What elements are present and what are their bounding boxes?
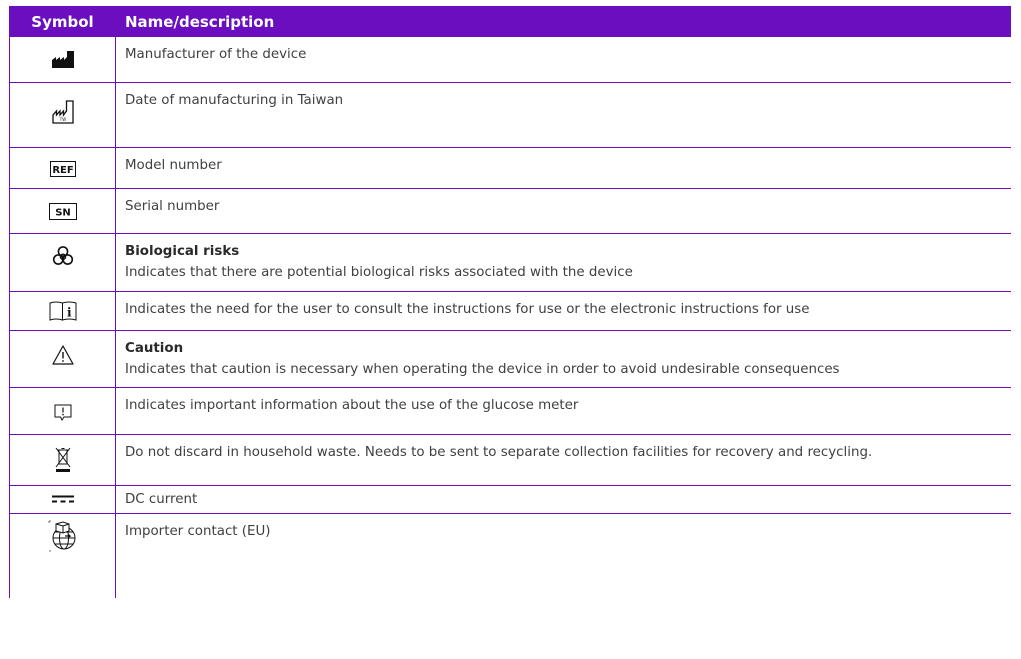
icon-label: SN <box>55 208 71 219</box>
table-row: Do not discard in household waste. Needs… <box>9 435 1011 486</box>
row-text: Indicates that there are potential biolo… <box>125 265 633 280</box>
row-text: Indicates the need for the user to consu… <box>125 302 810 317</box>
symbol-cell <box>9 435 116 485</box>
description-cell: Importer contact (EU) <box>116 514 1011 598</box>
weee-bin-icon <box>55 447 71 473</box>
description-cell: Caution Indicates that caution is necess… <box>116 331 1011 387</box>
table-row: TW Date of manufacturing in Taiwan <box>9 83 1011 148</box>
ref-icon: REF <box>49 161 76 177</box>
row-text: Model number <box>125 158 222 173</box>
important-info-icon <box>54 404 72 422</box>
symbol-cell: TW <box>9 83 116 147</box>
manufacturer-icon <box>51 51 74 68</box>
icon-label: i <box>67 306 72 320</box>
description-cell: Indicates important information about th… <box>116 388 1011 434</box>
table-row: Manufacturer of the device <box>9 37 1011 83</box>
symbol-cell: SN <box>9 189 116 233</box>
table-row: i Indicates the need for the user to con… <box>9 292 1011 331</box>
dc-current-icon <box>51 495 74 503</box>
table-row: Biological risks Indicates that there ar… <box>9 234 1011 292</box>
row-text: Date of manufacturing in Taiwan <box>125 93 344 108</box>
row-text: DC current <box>125 492 198 507</box>
table-header: Symbol Name/description <box>9 6 1011 37</box>
description-cell: Do not discard in household waste. Needs… <box>116 435 1011 485</box>
row-text: Importer contact (EU) <box>125 524 271 539</box>
table-row: DC current <box>9 486 1011 514</box>
description-cell: DC current <box>116 486 1011 513</box>
row-text: Manufacturer of the device <box>125 47 307 62</box>
table-row: Indicates important information about th… <box>9 388 1011 435</box>
description-column-header: Name/description <box>125 12 275 31</box>
date-of-manufacture-icon: TW <box>51 100 74 124</box>
table-row: SN Serial number <box>9 189 1011 234</box>
symbol-cell: REF <box>9 148 116 188</box>
symbol-cell <box>9 331 116 387</box>
row-text: Indicates that caution is necessary when… <box>125 362 840 377</box>
row-text: Indicates important information about th… <box>125 398 579 413</box>
symbol-cell <box>9 388 116 434</box>
description-cell: Serial number <box>116 189 1011 233</box>
icon-label: TW <box>58 117 65 122</box>
description-cell: Date of manufacturing in Taiwan <box>116 83 1011 147</box>
description-cell: Model number <box>116 148 1011 188</box>
symbol-cell <box>9 234 116 291</box>
description-cell: Indicates the need for the user to consu… <box>116 292 1011 330</box>
row-title: Biological risks <box>125 244 240 259</box>
symbol-column-header: Symbol <box>31 12 94 31</box>
description-cell: Manufacturer of the device <box>116 37 1011 82</box>
consult-instructions-icon: i <box>49 301 77 321</box>
caution-icon <box>51 345 74 365</box>
biohazard-icon <box>52 245 74 267</box>
table-row: REF Model number <box>9 148 1011 189</box>
icon-label: REF <box>52 165 73 176</box>
description-cell: Biological risks Indicates that there ar… <box>116 234 1011 291</box>
symbol-cell <box>9 37 116 82</box>
serial-number-icon: SN <box>48 203 77 220</box>
row-title: Caution <box>125 341 184 356</box>
table-row: Caution Indicates that caution is necess… <box>9 331 1011 388</box>
symbol-cell <box>9 514 116 598</box>
symbol-cell <box>9 486 116 513</box>
symbols-table: Symbol Name/description Manufacturer of … <box>9 6 1011 598</box>
row-text: Serial number <box>125 199 220 214</box>
table-row: Importer contact (EU) <box>9 514 1011 598</box>
symbol-cell: i <box>9 292 116 330</box>
importer-icon <box>48 520 78 552</box>
row-text: Do not discard in household waste. Needs… <box>125 445 873 460</box>
